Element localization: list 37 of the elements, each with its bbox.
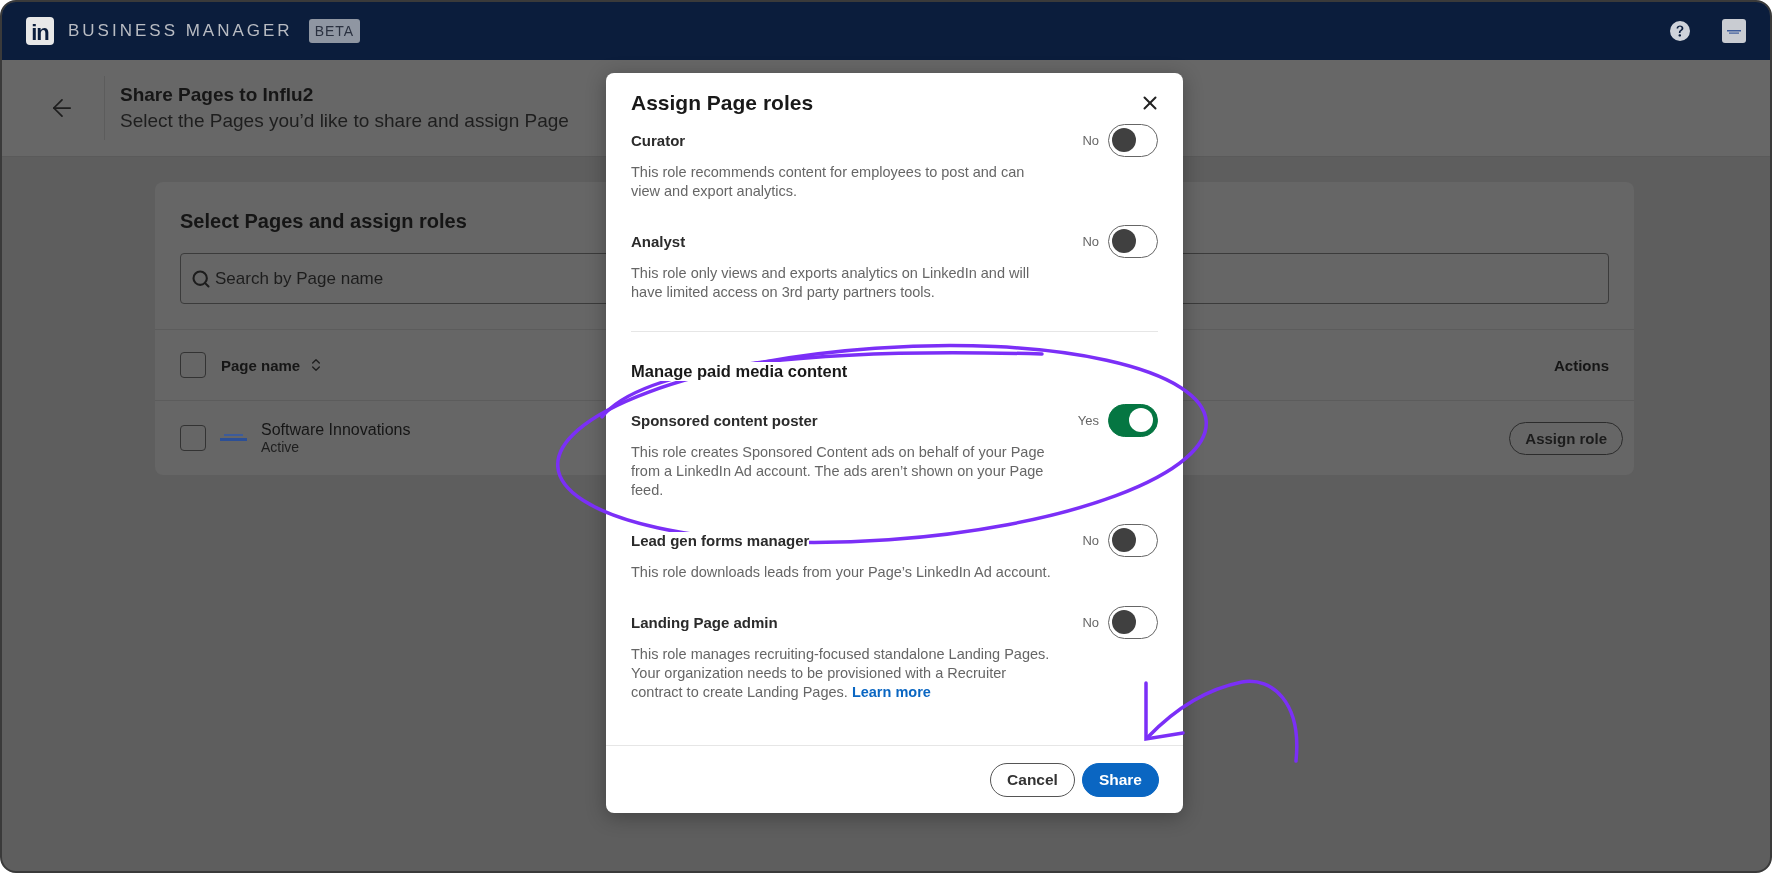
role-name: Lead gen forms manager xyxy=(631,531,810,549)
page-name: Software Innovations xyxy=(261,421,411,439)
role-toggle[interactable] xyxy=(1108,123,1158,157)
account-avatar-icon[interactable] xyxy=(1722,19,1746,43)
role-toggle[interactable] xyxy=(1108,605,1158,639)
column-header[interactable]: Page name xyxy=(221,356,301,374)
beta-badge: BETA xyxy=(308,19,361,43)
cancel-button[interactable]: Cancel xyxy=(990,762,1075,797)
search-icon xyxy=(191,268,211,289)
logo[interactable]: in xyxy=(26,17,54,45)
toggle-state-label: No xyxy=(1082,614,1099,630)
role-description: This role only views and exports analytics on LinkedIn and will have limited access on 3rd party partners tools. xyxy=(631,264,1031,302)
role-toggle[interactable] xyxy=(1108,224,1158,258)
company-logo-icon xyxy=(220,433,247,443)
product-name: BUSINESS MANAGER xyxy=(68,21,293,41)
role-description: This role creates Sponsored Content ads on behalf of your Page from a LinkedIn Ad account. The ads aren’t shown on your Page feed. xyxy=(631,443,1046,500)
role-toggle[interactable] xyxy=(1108,523,1158,557)
toggle-state-label: No xyxy=(1082,132,1099,148)
share-button[interactable]: Share xyxy=(1081,762,1159,797)
toggle-state-label: No xyxy=(1082,233,1099,249)
toggle-state-label: Yes xyxy=(1077,412,1099,428)
checkbox[interactable] xyxy=(180,425,206,451)
help-icon[interactable] xyxy=(1670,21,1690,41)
page-status: Active xyxy=(261,439,301,455)
learn-more-link[interactable]: Learn more xyxy=(851,684,931,700)
role-description: This role manages recruiting-focused standalone Landing Pages. Your organization needs to be provisioned with a Recruiter contract to create Landing Pages. Learn more xyxy=(631,645,1051,702)
page-subtitle: Select the Pages you’d like to share and assign Page xyxy=(120,110,569,132)
modal-title: Assign Page roles xyxy=(631,91,814,115)
page-title: Share Pages to Influ2 xyxy=(120,84,315,106)
card-title: Select Pages and assign roles xyxy=(180,210,467,233)
role-description: This role recommends content for employees to post and can view and export analytics. xyxy=(631,163,1026,201)
role-description: This role downloads leads from your Page’s LinkedIn Ad account. xyxy=(631,563,1052,582)
role-toggle[interactable] xyxy=(1108,403,1158,437)
checkbox[interactable] xyxy=(180,352,206,378)
toggle-state-label: No xyxy=(1082,532,1099,548)
column-header: Actions xyxy=(1554,356,1609,374)
section-heading: Manage paid media content xyxy=(631,362,848,381)
